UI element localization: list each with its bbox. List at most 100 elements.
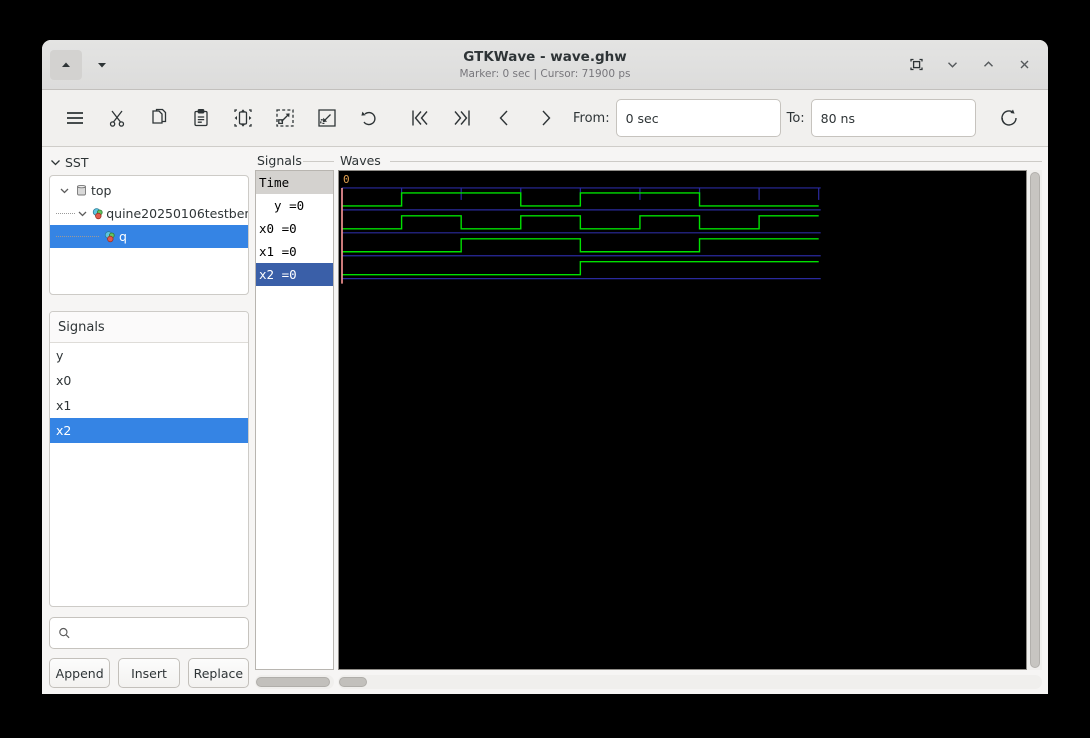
goto-end-button[interactable] xyxy=(441,99,483,137)
maximize-button[interactable] xyxy=(972,50,1004,80)
signal-search-box[interactable] xyxy=(49,617,249,649)
previous-marker-button[interactable] xyxy=(50,49,82,80)
window-title: GTKWave - wave.ghw xyxy=(463,48,627,65)
wave-names-list[interactable]: Time y =0 x0 =0 x1 =0 x2 =0 xyxy=(255,170,334,670)
waves-hscrollbar-thumb[interactable] xyxy=(339,677,367,688)
maximize-icon xyxy=(983,61,993,67)
main-toolbar: From: 0 sec To: 80 ns xyxy=(42,90,1048,147)
signals-panel: Signals y x0 x1 x2 xyxy=(49,311,249,607)
undo-icon xyxy=(361,111,376,126)
names-hscrollbar[interactable] xyxy=(255,674,334,690)
menu-button[interactable] xyxy=(54,99,96,137)
signal-list-item-x2[interactable]: x2 xyxy=(50,418,248,443)
signals-panel-title: Signals xyxy=(50,312,248,343)
copy-button[interactable] xyxy=(138,99,180,137)
prev-edge-icon xyxy=(499,110,508,126)
waveform-canvas[interactable]: 0 xyxy=(338,169,1027,671)
from-input[interactable]: 0 sec xyxy=(615,99,781,137)
zoom-fit-icon xyxy=(234,109,252,127)
wave-time-row: Time xyxy=(256,171,333,194)
wave-name-row-x1[interactable]: x1 =0 xyxy=(256,240,333,263)
waves-body: 0 xyxy=(338,169,1042,671)
window-body: SST top quine20250106testbe q Signals y … xyxy=(42,147,1048,694)
chevron-down-icon[interactable] xyxy=(56,185,72,196)
next-edge-icon xyxy=(542,110,551,126)
next-marker-button[interactable] xyxy=(86,50,118,80)
undo-button[interactable] xyxy=(348,99,390,137)
tree-node-q[interactable]: q xyxy=(50,225,248,248)
window-subtitle: Marker: 0 sec | Cursor: 71900 ps xyxy=(459,67,631,80)
module-icon xyxy=(72,184,91,197)
zoom-in-icon xyxy=(276,109,294,127)
reload-icon xyxy=(1001,109,1017,126)
sst-tree[interactable]: top quine20250106testbench xyxy=(49,175,249,295)
next-edge-button[interactable] xyxy=(525,99,567,137)
wave-name-row-y[interactable]: y =0 xyxy=(256,194,333,217)
signal-list-item-x0[interactable]: x0 xyxy=(50,368,248,393)
minimize-button[interactable] xyxy=(936,50,968,80)
waves-vscrollbar-thumb[interactable] xyxy=(1029,171,1040,669)
sst-header[interactable]: SST xyxy=(49,153,249,175)
goto-start-button[interactable] xyxy=(399,99,441,137)
tree-node-top[interactable]: top xyxy=(50,179,248,202)
title-bar: GTKWave - wave.ghw Marker: 0 sec | Curso… xyxy=(42,40,1048,90)
search-input[interactable] xyxy=(76,624,240,642)
instance-icon xyxy=(89,207,106,221)
wave-area: Signals Time y =0 x0 =0 x1 =0 x2 =0 Wave… xyxy=(255,147,1048,694)
cut-button[interactable] xyxy=(96,99,138,137)
signal-action-buttons: Append Insert Replace xyxy=(49,658,249,688)
prev-edge-button[interactable] xyxy=(483,99,525,137)
titlebar-left-buttons xyxy=(50,49,118,80)
names-hscrollbar-thumb[interactable] xyxy=(256,677,330,687)
instance-icon xyxy=(100,230,119,244)
signal-list-item-x1[interactable]: x1 xyxy=(50,393,248,418)
insert-button[interactable]: Insert xyxy=(118,658,180,688)
close-button[interactable] xyxy=(1008,50,1040,80)
close-icon xyxy=(1020,60,1028,69)
menu-icon xyxy=(67,112,83,124)
fullscreen-icon xyxy=(909,58,923,71)
gtkwave-window: GTKWave - wave.ghw Marker: 0 sec | Curso… xyxy=(42,40,1048,694)
wave-canvas-column: Waves 0 xyxy=(338,153,1042,690)
chevron-down-icon[interactable] xyxy=(75,208,89,219)
to-label: To: xyxy=(786,110,805,126)
paste-button[interactable] xyxy=(180,99,222,137)
zoom-fit-button[interactable] xyxy=(222,99,264,137)
tree-node-label: q xyxy=(119,229,127,244)
zoom-out-icon xyxy=(318,109,336,127)
waves-header: Waves xyxy=(338,153,1042,170)
tree-indent-guide xyxy=(56,202,76,225)
replace-button[interactable]: Replace xyxy=(187,658,249,688)
tree-node-label: top xyxy=(91,183,112,198)
goto-end-icon xyxy=(454,110,470,126)
cut-icon xyxy=(109,110,125,127)
sst-label: SST xyxy=(65,155,89,170)
tree-node-testbench[interactable]: quine20250106testbench xyxy=(50,202,248,225)
minimize-icon xyxy=(947,62,957,68)
signals-list[interactable]: y x0 x1 x2 xyxy=(50,343,248,606)
left-pane: SST top quine20250106testbe q Signals y … xyxy=(42,147,255,694)
tree-node-label: quine20250106testbench xyxy=(106,206,248,221)
chevron-down-icon xyxy=(51,160,60,166)
wave-name-row-x2[interactable]: x2 =0 xyxy=(256,263,333,286)
from-value: 0 sec xyxy=(625,110,659,126)
append-button[interactable]: Append xyxy=(49,658,111,688)
waves-hscrollbar-track[interactable] xyxy=(338,675,1042,690)
titlebar-right-buttons xyxy=(900,50,1040,80)
names-hscrollbar-track[interactable] xyxy=(255,675,334,689)
to-input[interactable]: 80 ns xyxy=(810,99,976,137)
fullscreen-button[interactable] xyxy=(900,50,932,80)
svg-text:0: 0 xyxy=(343,173,350,186)
search-icon xyxy=(59,627,70,639)
waves-vscrollbar[interactable] xyxy=(1027,169,1042,671)
signal-list-item-y[interactable]: y xyxy=(50,343,248,368)
wave-name-row-x0[interactable]: x0 =0 xyxy=(256,217,333,240)
waveform-svg: 0 xyxy=(341,173,821,284)
paste-icon xyxy=(194,108,208,127)
to-value: 80 ns xyxy=(820,110,855,126)
reload-button[interactable] xyxy=(988,99,1030,137)
zoom-out-button[interactable] xyxy=(306,99,348,137)
zoom-in-button[interactable] xyxy=(264,99,306,137)
copy-icon xyxy=(152,108,167,124)
waves-hscrollbar[interactable] xyxy=(338,674,1042,690)
